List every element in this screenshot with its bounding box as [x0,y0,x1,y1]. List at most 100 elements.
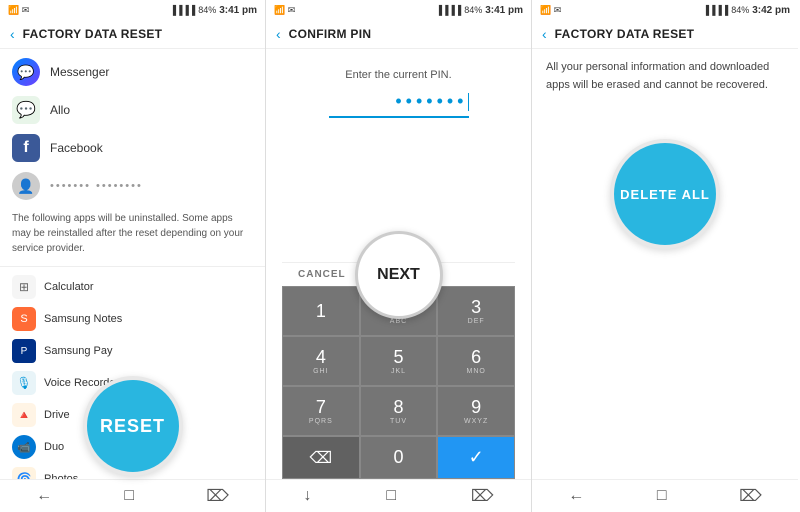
key-3-sub: DEF [468,318,485,325]
status-bar-p2: 📶 ✉ ▐▐▐▐ 84% 3:41 pm [266,0,531,20]
key-7-num: 7 [316,397,326,418]
key-check[interactable]: ✓ [437,436,515,479]
back-nav-p2[interactable]: ↓ [303,487,311,505]
pin-cursor [468,93,469,111]
key-5-sub: JKL [391,368,406,375]
calculator-label: Calculator [44,281,94,293]
home-nav-p3[interactable]: □ [657,487,667,505]
key-7-sub: PQRS [309,418,333,425]
back-nav-p1[interactable]: ← [36,487,52,505]
key-3[interactable]: 3 DEF [437,286,515,336]
p3-description: All your personal information and downlo… [546,59,784,94]
nav-bar-p2: ↓ □ ⌦ [266,479,531,512]
battery-p2: 84% [464,5,482,15]
status-icons-p1: 📶 ✉ [8,5,29,16]
key-3-num: 3 [471,297,481,318]
recent-nav-p1[interactable]: ⌦ [206,486,229,506]
panel-factory-reset: 📶 ✉ ▐▐▐▐ 84% 3:41 pm ‹ FACTORY DATA RESE… [0,0,266,512]
status-bar-p1: 📶 ✉ ▐▐▐▐ 84% 3:41 pm [0,0,265,20]
key-9[interactable]: 9 WXYZ [437,386,515,436]
home-nav-p1[interactable]: □ [124,487,134,505]
key-8[interactable]: 8 TUV [360,386,438,436]
cancel-button[interactable]: CANCEL [298,269,346,280]
key-6-sub: MNO [466,368,485,375]
key-2-sub: ABC [390,318,407,325]
samsung-pay-icon: P [12,339,36,363]
top-bar-p3: ‹ FACTORY DATA RESET [532,20,798,49]
home-nav-p2[interactable]: □ [386,487,396,505]
status-icons-p3: 📶 ✉ [540,5,561,16]
facebook-icon: f [12,134,40,162]
recent-nav-p2[interactable]: ⌦ [471,486,494,506]
photos-icon: 🌀 [12,467,36,479]
back-arrow-p3[interactable]: ‹ [542,26,547,42]
duo-label: Duo [44,441,64,453]
back-nav-p3[interactable]: ← [568,487,584,505]
messenger-icon: 💬 [12,58,40,86]
account-icon: 👤 [12,172,40,200]
reset-button[interactable]: RESET [83,376,183,476]
samsung-notes-label: Samsung Notes [44,313,122,325]
recent-nav-p3[interactable]: ⌦ [739,486,762,506]
p2-title: CONFIRM PIN [289,27,372,41]
samsung-notes-icon: S [12,307,36,331]
app-item-samsung-notes: S Samsung Notes [0,303,265,335]
account-row: 👤 ••••••• •••••••• [0,167,265,205]
key-backspace[interactable]: ⌫ [282,436,360,479]
app-item-facebook: f Facebook [0,129,265,167]
key-6[interactable]: 6 MNO [437,336,515,386]
drive-label: Drive [44,409,70,421]
pin-dots: ••••••• [395,91,467,112]
key-backspace-icon: ⌫ [310,448,333,468]
back-arrow-p1[interactable]: ‹ [10,26,15,42]
app-item-messenger: 💬 Messenger [0,53,265,91]
pin-prompt: Enter the current PIN. [345,69,451,81]
p1-title: FACTORY DATA RESET [23,27,163,41]
signal-p2: ▐▐▐▐ [436,5,462,15]
key-4[interactable]: 4 GHI [282,336,360,386]
panel-confirm-pin: 📶 ✉ ▐▐▐▐ 84% 3:41 pm ‹ CONFIRM PIN Enter… [266,0,532,512]
delete-all-button[interactable]: DELETE ALL [610,139,720,249]
status-bar-p3: 📶 ✉ ▐▐▐▐ 84% 3:42 pm [532,0,798,20]
reset-label: RESET [100,416,165,437]
key-9-sub: WXYZ [464,418,488,425]
time-p2: 3:41 pm [485,5,523,16]
samsung-pay-label: Samsung Pay [44,345,112,357]
pin-input-row[interactable]: ••••••• [329,91,469,118]
duo-icon: 📹 [12,435,36,459]
key-5[interactable]: 5 JKL [360,336,438,386]
reset-button-container: RESET [83,376,183,476]
facebook-label: Facebook [50,141,103,155]
nav-bar-p1: ← □ ⌦ [0,479,265,512]
next-button[interactable]: NEXT [355,231,443,319]
p3-content: All your personal information and downlo… [532,49,798,479]
key-6-num: 6 [471,347,481,368]
divider-p1 [0,266,265,267]
drive-icon: 🔺 [12,403,36,427]
p2-content: Enter the current PIN. ••••••• NEXT CANC… [266,49,531,479]
allo-icon: 💬 [12,96,40,124]
time-p3: 3:42 pm [752,5,790,16]
account-dots: ••••••• •••••••• [50,180,143,192]
battery-p3: 84% [731,5,749,15]
key-check-icon: ✓ [469,447,484,468]
key-1-num: 1 [316,301,326,322]
calculator-icon: ⊞ [12,275,36,299]
key-4-num: 4 [316,347,326,368]
key-0[interactable]: 0 [360,436,438,479]
panel-delete-all: 📶 ✉ ▐▐▐▐ 84% 3:42 pm ‹ FACTORY DATA RESE… [532,0,798,512]
key-8-num: 8 [393,397,403,418]
back-arrow-p2[interactable]: ‹ [276,26,281,42]
p3-title: FACTORY DATA RESET [555,27,695,41]
key-7[interactable]: 7 PQRS [282,386,360,436]
nav-bar-p3: ← □ ⌦ [532,479,798,512]
battery-p1: 84% [198,5,216,15]
top-bar-p2: ‹ CONFIRM PIN [266,20,531,49]
next-label: NEXT [377,266,420,284]
signal-p3: ▐▐▐▐ [703,5,729,15]
key-1[interactable]: 1 [282,286,360,336]
app-item-allo: 💬 Allo [0,91,265,129]
allo-label: Allo [50,103,70,117]
status-icons-p2: 📶 ✉ [274,5,295,16]
key-9-num: 9 [471,397,481,418]
